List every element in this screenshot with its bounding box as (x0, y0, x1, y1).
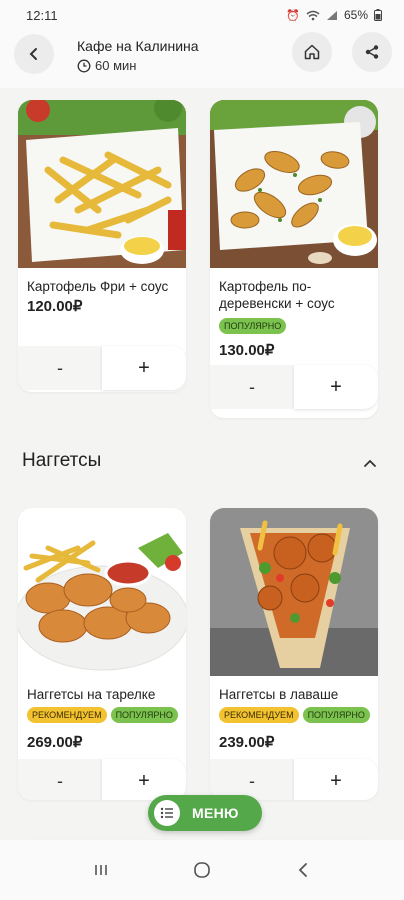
increase-button[interactable]: + (294, 365, 378, 409)
increase-button[interactable]: + (294, 759, 378, 800)
quantity-stepper[interactable]: - + (18, 759, 186, 800)
share-button[interactable] (352, 32, 392, 72)
product-name: Картофель Фри + соус (27, 279, 169, 294)
increase-button[interactable]: + (102, 759, 186, 800)
quantity-stepper[interactable]: - + (210, 365, 378, 409)
product-card[interactable]: Наггетсы на тарелке рекомендуем популярн… (18, 508, 186, 800)
system-nav-bar (0, 840, 404, 900)
badge-list: рекомендуем популярно (219, 707, 370, 723)
share-icon (365, 45, 379, 59)
status-time: 12:11 (26, 7, 58, 23)
list-icon (154, 800, 180, 826)
back-button[interactable] (14, 34, 54, 74)
recent-apps-icon[interactable] (81, 850, 121, 890)
product-image (18, 100, 186, 268)
delivery-time-text: 60 мин (95, 58, 137, 73)
product-price: 239.00₽ (219, 734, 275, 751)
product-card[interactable]: Наггетсы в лаваше рекомендуем популярно … (210, 508, 378, 800)
quantity-stepper[interactable]: - + (18, 346, 186, 390)
menu-button-label: МЕНЮ (192, 805, 239, 821)
product-card[interactable]: Картофель Фри + соус 120.00₽ - + (18, 100, 186, 392)
clock-icon (77, 59, 91, 72)
section-title: Наггетсы (22, 450, 102, 471)
cafe-title: Кафе на Калинина (77, 38, 199, 54)
product-image (210, 508, 378, 676)
status-icons: ⏰ 65% (286, 8, 382, 22)
home-icon (304, 44, 320, 60)
badge-recommended: рекомендуем (219, 707, 299, 723)
product-name: Наггетсы в лаваше (219, 687, 339, 702)
delivery-time: 60 мин (77, 58, 136, 73)
back-chevron-icon[interactable] (283, 850, 323, 890)
decrease-button[interactable]: - (210, 759, 294, 800)
signal-icon (326, 10, 337, 20)
alarm-icon: ⏰ (286, 9, 300, 22)
wifi-icon (306, 10, 320, 20)
product-name: Картофель по-деревенски + соус (219, 279, 335, 311)
product-image (210, 100, 378, 268)
product-image (18, 508, 186, 676)
badge-popular: популярно (110, 707, 178, 723)
badge-list: популярно (219, 318, 287, 334)
product-card[interactable]: Картофель по-деревенски + соус популярно… (210, 100, 378, 418)
battery-icon (374, 9, 382, 21)
decrease-button[interactable]: - (18, 346, 102, 390)
status-bar: 12:11 ⏰ 65% (0, 0, 404, 30)
menu-button[interactable]: МЕНЮ (148, 795, 262, 831)
home-button[interactable] (292, 32, 332, 72)
product-price: 120.00₽ (27, 298, 83, 315)
increase-button[interactable]: + (102, 346, 186, 390)
product-price: 269.00₽ (27, 734, 83, 751)
battery-percent: 65% (343, 8, 368, 22)
app-header: Кафе на Калинина 60 мин (0, 30, 404, 88)
product-name: Наггетсы на тарелке (27, 687, 156, 702)
badge-popular: популярно (219, 318, 287, 334)
home-circle-icon[interactable] (182, 850, 222, 890)
decrease-button[interactable]: - (210, 365, 294, 409)
badge-recommended: рекомендуем (27, 707, 107, 723)
badge-list: рекомендуем популярно (27, 707, 178, 723)
quantity-stepper[interactable]: - + (210, 759, 378, 800)
badge-popular: популярно (302, 707, 370, 723)
product-price: 130.00₽ (219, 342, 275, 359)
decrease-button[interactable]: - (18, 759, 102, 800)
chevron-up-icon[interactable] (360, 456, 380, 470)
back-arrow-icon (29, 48, 37, 60)
menu-content[interactable]: Картофель Фри + соус 120.00₽ - + Картофе… (0, 88, 404, 840)
